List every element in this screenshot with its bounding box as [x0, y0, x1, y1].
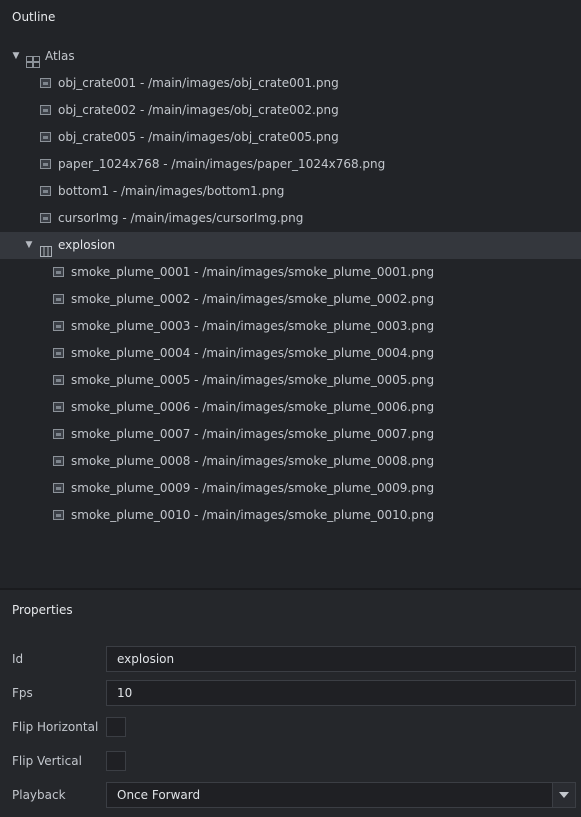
caret-down-icon[interactable]: ▼ — [11, 43, 21, 70]
tree-node-frame[interactable]: smoke_plume_0002 - /main/images/smoke_pl… — [0, 286, 581, 313]
playback-label: Playback — [12, 788, 66, 802]
properties-title: Properties — [12, 603, 73, 617]
tree-node-animation[interactable]: ▼ explosion — [0, 232, 581, 259]
outline-tree: ▼ Atlas obj_crate001 - /main/images/obj_… — [0, 43, 581, 529]
image-label: obj_crate001 - /main/images/obj_crate001… — [58, 76, 339, 90]
frame-label: smoke_plume_0007 - /main/images/smoke_pl… — [71, 427, 435, 441]
image-label: paper_1024x768 - /main/images/paper_1024… — [58, 157, 386, 171]
image-icon — [53, 267, 64, 277]
frame-label: smoke_plume_0004 - /main/images/smoke_pl… — [71, 346, 435, 360]
playback-select[interactable]: Once Forward — [106, 782, 576, 808]
frame-label: smoke_plume_0010 - /main/images/smoke_pl… — [71, 508, 435, 522]
id-field[interactable]: explosion — [106, 646, 576, 672]
tree-node-frame[interactable]: smoke_plume_0008 - /main/images/smoke_pl… — [0, 448, 581, 475]
image-icon — [53, 402, 64, 412]
frame-label: smoke_plume_0008 - /main/images/smoke_pl… — [71, 454, 435, 468]
image-label: bottom1 - /main/images/bottom1.png — [58, 184, 285, 198]
tree-node-frame[interactable]: smoke_plume_0005 - /main/images/smoke_pl… — [0, 367, 581, 394]
chevron-down-icon — [559, 792, 569, 798]
image-icon — [53, 510, 64, 520]
atlas-label: Atlas — [45, 49, 75, 63]
flip-vertical-checkbox[interactable] — [106, 751, 126, 771]
image-icon — [40, 213, 51, 223]
frame-label: smoke_plume_0002 - /main/images/smoke_pl… — [71, 292, 435, 306]
flip-horizontal-label: Flip Horizontal — [12, 720, 99, 734]
image-icon — [40, 78, 51, 88]
frame-label: smoke_plume_0001 - /main/images/smoke_pl… — [71, 265, 435, 279]
image-icon — [53, 429, 64, 439]
image-icon — [53, 294, 64, 304]
tree-node-image[interactable]: bottom1 - /main/images/bottom1.png — [0, 178, 581, 205]
image-icon — [40, 132, 51, 142]
fps-field[interactable]: 10 — [106, 680, 576, 706]
image-icon — [53, 375, 64, 385]
tree-node-atlas[interactable]: ▼ Atlas — [0, 43, 581, 70]
caret-down-icon[interactable]: ▼ — [24, 232, 34, 259]
tree-node-frame[interactable]: smoke_plume_0010 - /main/images/smoke_pl… — [0, 502, 581, 529]
animation-icon — [40, 240, 52, 257]
image-label: obj_crate005 - /main/images/obj_crate005… — [58, 130, 339, 144]
tree-node-frame[interactable]: smoke_plume_0003 - /main/images/smoke_pl… — [0, 313, 581, 340]
tree-node-frame[interactable]: smoke_plume_0009 - /main/images/smoke_pl… — [0, 475, 581, 502]
frame-label: smoke_plume_0006 - /main/images/smoke_pl… — [71, 400, 435, 414]
tree-node-image[interactable]: cursorImg - /main/images/cursorImg.png — [0, 205, 581, 232]
fps-label: Fps — [12, 686, 33, 700]
image-icon — [53, 321, 64, 331]
flip-horizontal-checkbox[interactable] — [106, 717, 126, 737]
tree-node-frame[interactable]: smoke_plume_0007 - /main/images/smoke_pl… — [0, 421, 581, 448]
image-icon — [53, 348, 64, 358]
dropdown-button[interactable] — [552, 783, 575, 807]
tree-node-frame[interactable]: smoke_plume_0004 - /main/images/smoke_pl… — [0, 340, 581, 367]
image-icon — [40, 159, 51, 169]
tree-node-frame[interactable]: smoke_plume_0006 - /main/images/smoke_pl… — [0, 394, 581, 421]
atlas-icon — [26, 51, 40, 68]
playback-value: Once Forward — [117, 788, 201, 802]
id-label: Id — [12, 652, 24, 666]
animation-label: explosion — [58, 238, 116, 252]
tree-node-frame[interactable]: smoke_plume_0001 - /main/images/smoke_pl… — [0, 259, 581, 286]
image-icon — [40, 105, 51, 115]
tree-node-image[interactable]: obj_crate005 - /main/images/obj_crate005… — [0, 124, 581, 151]
image-icon — [53, 483, 64, 493]
image-label: obj_crate002 - /main/images/obj_crate002… — [58, 103, 339, 117]
frame-label: smoke_plume_0003 - /main/images/smoke_pl… — [71, 319, 435, 333]
flip-vertical-label: Flip Vertical — [12, 754, 82, 768]
frame-label: smoke_plume_0005 - /main/images/smoke_pl… — [71, 373, 435, 387]
tree-node-image[interactable]: paper_1024x768 - /main/images/paper_1024… — [0, 151, 581, 178]
image-icon — [53, 456, 64, 466]
image-icon — [40, 186, 51, 196]
tree-node-image[interactable]: obj_crate002 - /main/images/obj_crate002… — [0, 97, 581, 124]
outline-title: Outline — [12, 10, 56, 24]
image-label: cursorImg - /main/images/cursorImg.png — [58, 211, 304, 225]
frame-label: smoke_plume_0009 - /main/images/smoke_pl… — [71, 481, 435, 495]
tree-node-image[interactable]: obj_crate001 - /main/images/obj_crate001… — [0, 70, 581, 97]
